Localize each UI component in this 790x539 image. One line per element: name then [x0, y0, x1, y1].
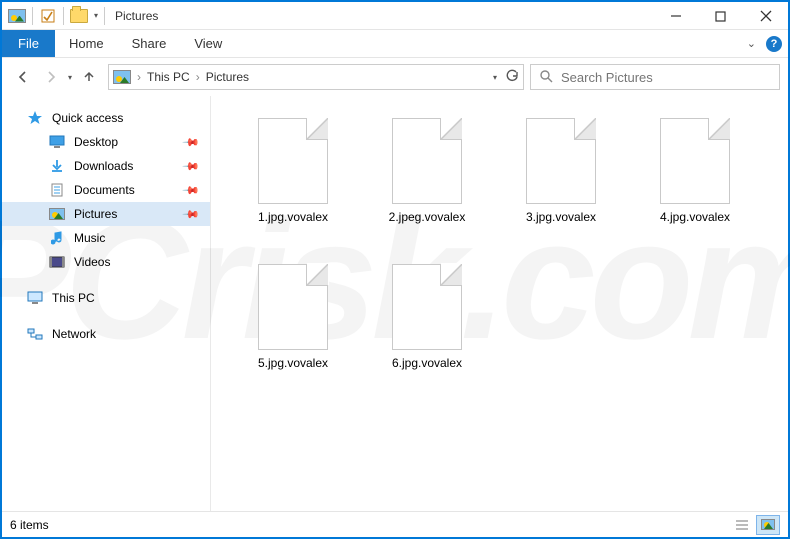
sidebar-item-pictures[interactable]: Pictures 📌	[2, 202, 210, 226]
network-icon	[26, 325, 44, 343]
breadcrumb-label: This PC	[147, 70, 190, 84]
file-tab[interactable]: File	[2, 30, 55, 57]
file-icon	[526, 118, 596, 204]
pictures-icon	[48, 205, 66, 223]
file-name: 5.jpg.vovalex	[254, 356, 332, 370]
file-icon	[258, 118, 328, 204]
sidebar-item-downloads[interactable]: Downloads 📌	[2, 154, 210, 178]
help-button[interactable]: ?	[766, 36, 782, 52]
window-controls	[653, 2, 788, 29]
pin-icon: 📌	[182, 205, 201, 224]
file-icon	[258, 264, 328, 350]
sidebar-item-this-pc[interactable]: This PC	[2, 286, 210, 310]
recent-locations-button[interactable]: ▾	[66, 73, 74, 82]
up-button[interactable]	[76, 64, 102, 90]
navigation-pane: Quick access Desktop 📌 Downloads 📌 Docum…	[2, 96, 211, 511]
sidebar-item-label: Documents	[74, 183, 135, 197]
sidebar-item-desktop[interactable]: Desktop 📌	[2, 130, 210, 154]
file-name: 2.jpeg.vovalex	[385, 210, 470, 224]
breadcrumb-item[interactable]: This PC	[147, 70, 190, 84]
chevron-down-icon[interactable]: ▾	[92, 11, 100, 20]
file-item[interactable]: 5.jpg.vovalex	[229, 260, 357, 400]
search-box[interactable]	[530, 64, 780, 90]
tab-home[interactable]: Home	[55, 30, 118, 57]
sidebar-item-label: Music	[74, 231, 105, 245]
statusbar: 6 items	[2, 511, 788, 537]
tab-view[interactable]: View	[180, 30, 236, 57]
navigation-bar: ▾ › This PC › Pictures ▾	[2, 58, 788, 96]
file-name: 3.jpg.vovalex	[522, 210, 600, 224]
separator	[104, 7, 105, 25]
qat-properties-button[interactable]	[37, 5, 59, 27]
file-item[interactable]: 6.jpg.vovalex	[363, 260, 491, 400]
sidebar-item-label: Quick access	[52, 111, 123, 125]
sidebar-item-documents[interactable]: Documents 📌	[2, 178, 210, 202]
separator	[63, 7, 64, 25]
forward-button[interactable]	[38, 64, 64, 90]
sidebar-item-videos[interactable]: Videos	[2, 250, 210, 274]
sidebar-item-quick-access[interactable]: Quick access	[2, 106, 210, 130]
pin-icon: 📌	[182, 133, 201, 152]
maximize-button[interactable]	[698, 2, 743, 30]
close-button[interactable]	[743, 2, 788, 30]
location-icon	[113, 70, 131, 84]
downloads-icon	[48, 157, 66, 175]
chevron-right-icon[interactable]: ›	[194, 70, 202, 84]
file-list[interactable]: 1.jpg.vovalex 2.jpeg.vovalex 3.jpg.voval…	[211, 96, 788, 511]
file-item[interactable]: 1.jpg.vovalex	[229, 114, 357, 254]
file-icon	[660, 118, 730, 204]
file-name: 1.jpg.vovalex	[254, 210, 332, 224]
this-pc-icon	[26, 289, 44, 307]
search-icon	[539, 69, 553, 86]
file-item[interactable]: 4.jpg.vovalex	[631, 114, 759, 254]
qat-folder-button[interactable]	[68, 5, 90, 27]
separator	[32, 7, 33, 25]
app-icon[interactable]	[6, 5, 28, 27]
window-title: Pictures	[111, 2, 158, 29]
file-name: 6.jpg.vovalex	[388, 356, 466, 370]
details-view-button[interactable]	[730, 515, 754, 535]
back-button[interactable]	[10, 64, 36, 90]
sidebar-item-label: This PC	[52, 291, 95, 305]
thumbnails-view-button[interactable]	[756, 515, 780, 535]
address-history-button[interactable]: ▾	[491, 73, 499, 82]
address-bar[interactable]: › This PC › Pictures ▾	[108, 64, 524, 90]
sidebar-item-network[interactable]: Network	[2, 322, 210, 346]
tab-share[interactable]: Share	[118, 30, 181, 57]
sidebar-item-music[interactable]: Music	[2, 226, 210, 250]
file-icon	[392, 264, 462, 350]
pin-icon: 📌	[182, 181, 201, 200]
sidebar-item-label: Desktop	[74, 135, 118, 149]
search-input[interactable]	[561, 70, 771, 85]
sidebar-item-label: Pictures	[74, 207, 117, 221]
file-item[interactable]: 3.jpg.vovalex	[497, 114, 625, 254]
explorer-window: PCrisk.com ▾ Pictures	[0, 0, 790, 539]
music-icon	[48, 229, 66, 247]
titlebar: ▾ Pictures	[2, 2, 788, 30]
breadcrumb-item[interactable]: Pictures	[206, 70, 249, 84]
expand-ribbon-icon[interactable]: ⌄	[745, 37, 758, 50]
sidebar-item-label: Downloads	[74, 159, 133, 173]
file-icon	[392, 118, 462, 204]
file-item[interactable]: 2.jpeg.vovalex	[363, 114, 491, 254]
item-count: 6 items	[10, 518, 49, 532]
documents-icon	[48, 181, 66, 199]
minimize-button[interactable]	[653, 2, 698, 30]
sidebar-item-label: Videos	[74, 255, 110, 269]
videos-icon	[48, 253, 66, 271]
pin-icon: 📌	[182, 157, 201, 176]
body: Quick access Desktop 📌 Downloads 📌 Docum…	[2, 96, 788, 511]
desktop-icon	[48, 133, 66, 151]
star-icon	[26, 109, 44, 127]
file-name: 4.jpg.vovalex	[656, 210, 734, 224]
refresh-button[interactable]	[505, 69, 519, 86]
chevron-right-icon[interactable]: ›	[135, 70, 143, 84]
ribbon: File Home Share View ⌄ ?	[2, 30, 788, 58]
sidebar-item-label: Network	[52, 327, 96, 341]
quick-access-toolbar: ▾	[2, 2, 111, 29]
breadcrumb-label: Pictures	[206, 70, 249, 84]
